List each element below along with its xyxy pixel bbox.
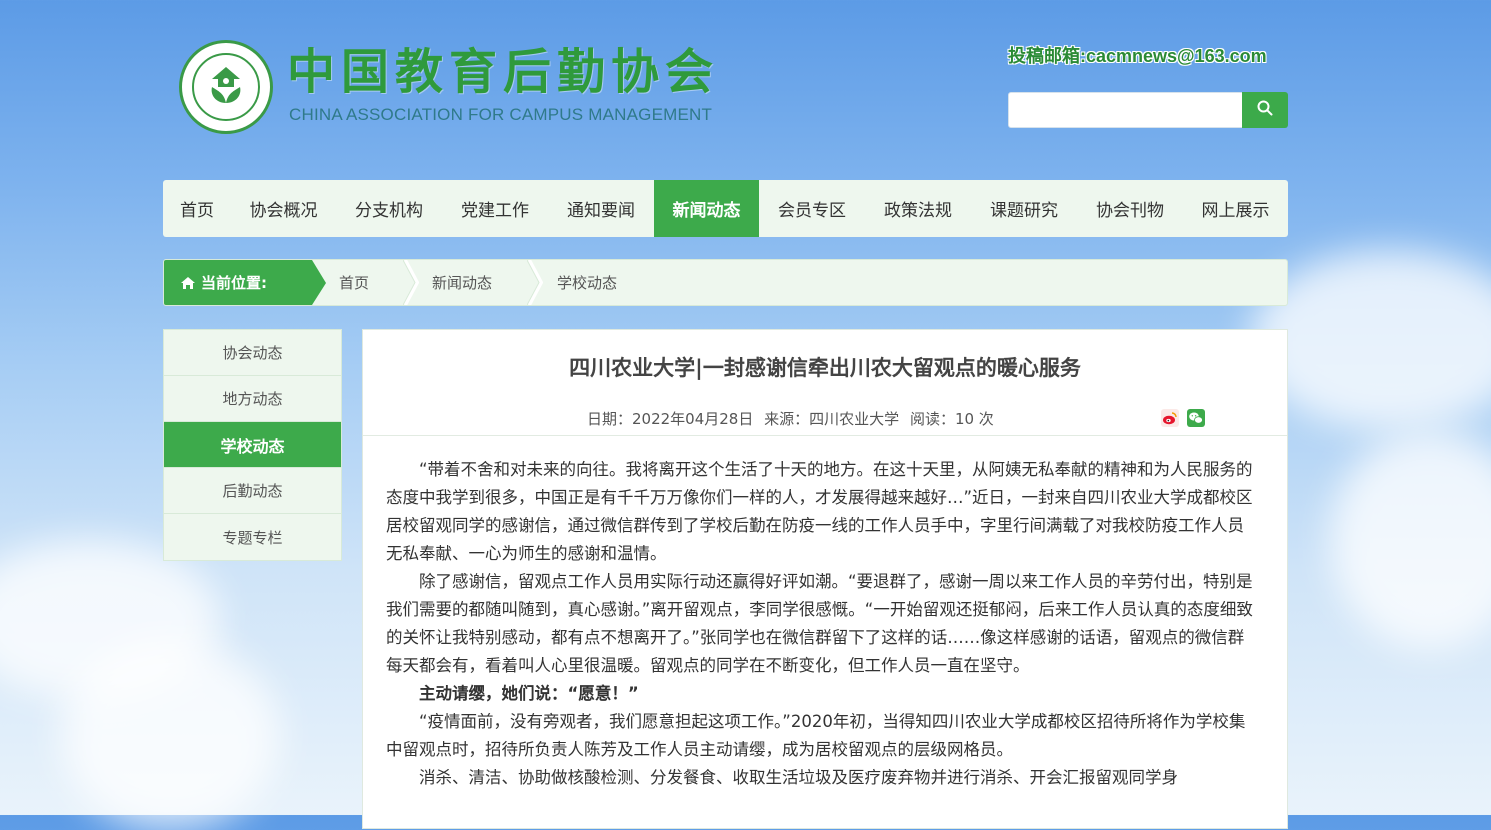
main-nav: 首页 协会概况 分支机构 党建工作 通知要闻 新闻动态 会员专区 政策法规 课题… xyxy=(163,180,1288,237)
breadcrumb-separator xyxy=(527,260,543,305)
home-icon xyxy=(180,276,196,290)
breadcrumb-home[interactable]: 首页 xyxy=(339,260,369,305)
article-body: “带着不舍和对未来的向往。我将离开这个生活了十天的地方。在这十天里，从阿姨无私奉… xyxy=(386,456,1256,792)
breadcrumb-here-text: 当前位置: xyxy=(201,274,267,292)
nav-item-party[interactable]: 党建工作 xyxy=(442,180,548,237)
article-source: 来源：四川农业大学 xyxy=(764,410,900,428)
nav-item-branches[interactable]: 分支机构 xyxy=(336,180,442,237)
article-divider xyxy=(363,435,1287,436)
logo-leaf-icon xyxy=(206,63,246,113)
article-paragraph: “带着不舍和对未来的向往。我将离开这个生活了十天的地方。在这十天里，从阿姨无私奉… xyxy=(386,460,1253,563)
sidebar-item-association-news[interactable]: 协会动态 xyxy=(164,330,341,376)
sidebar: 协会动态 地方动态 学校动态 后勤动态 专题专栏 xyxy=(163,329,342,561)
article-subheading: 主动请缨，她们说：“愿意！” xyxy=(419,684,639,703)
article-paragraph: 消杀、清洁、协助做核酸检测、分发餐食、收取生活垃圾及医疗废弃物并进行消杀、开会汇… xyxy=(419,768,1178,787)
search-icon xyxy=(1257,100,1273,120)
cloud-decoration xyxy=(60,640,280,830)
nav-item-news[interactable]: 新闻动态 xyxy=(654,180,759,237)
nav-item-members[interactable]: 会员专区 xyxy=(759,180,865,237)
cloud-decoration xyxy=(1330,430,1491,650)
nav-item-home[interactable]: 首页 xyxy=(163,180,231,237)
sidebar-item-local-news[interactable]: 地方动态 xyxy=(164,376,341,422)
sidebar-item-special-topics[interactable]: 专题专栏 xyxy=(164,514,341,560)
search-input[interactable] xyxy=(1008,92,1243,128)
wechat-icon[interactable] xyxy=(1187,409,1205,427)
association-logo[interactable] xyxy=(179,40,273,134)
breadcrumb: 当前位置: 首页 新闻动态 学校动态 xyxy=(163,259,1288,306)
submission-email: 投稿邮箱:cacmnews@163.com xyxy=(1008,46,1267,66)
site-logo-english[interactable]: CHINA ASSOCIATION FOR CAMPUS MANAGEMENT xyxy=(289,105,712,125)
article-title: 四川农业大学|一封感谢信牵出川农大留观点的暖心服务 xyxy=(569,356,1081,380)
article-paragraph: 除了感谢信，留观点工作人员用实际行动还赢得好评如潮。“要退群了，感谢一周以来工作… xyxy=(386,572,1253,675)
nav-item-research[interactable]: 课题研究 xyxy=(971,180,1077,237)
nav-item-notices[interactable]: 通知要闻 xyxy=(548,180,654,237)
article-date: 日期：2022年04月28日 xyxy=(587,410,754,428)
sidebar-item-logistics-news[interactable]: 后勤动态 xyxy=(164,468,341,514)
site-logo-chinese[interactable]: 中国教育后勤协会 xyxy=(287,42,719,102)
nav-item-policies[interactable]: 政策法规 xyxy=(865,180,971,237)
sidebar-item-school-news[interactable]: 学校动态 xyxy=(164,422,341,468)
article-meta: 日期：2022年04月28日 来源：四川农业大学 阅读：10 次 xyxy=(587,408,1000,429)
nav-item-exhibition[interactable]: 网上展示 xyxy=(1183,180,1288,237)
article-read-count: 阅读：10 次 xyxy=(909,410,994,428)
nav-item-publications[interactable]: 协会刊物 xyxy=(1077,180,1183,237)
breadcrumb-news[interactable]: 新闻动态 xyxy=(432,260,492,305)
article-panel: 四川农业大学|一封感谢信牵出川农大留观点的暖心服务 日期：2022年04月28日… xyxy=(362,329,1288,829)
breadcrumb-separator xyxy=(403,260,419,305)
weibo-icon[interactable] xyxy=(1161,409,1179,427)
nav-item-about[interactable]: 协会概况 xyxy=(231,180,336,237)
search-button[interactable] xyxy=(1242,92,1288,128)
breadcrumb-school-news[interactable]: 学校动态 xyxy=(557,260,617,305)
breadcrumb-current-label: 当前位置: xyxy=(164,260,326,305)
article-paragraph: “疫情面前，没有旁观者，我们愿意担起这项工作。”2020年初，当得知四川农业大学… xyxy=(386,712,1246,759)
